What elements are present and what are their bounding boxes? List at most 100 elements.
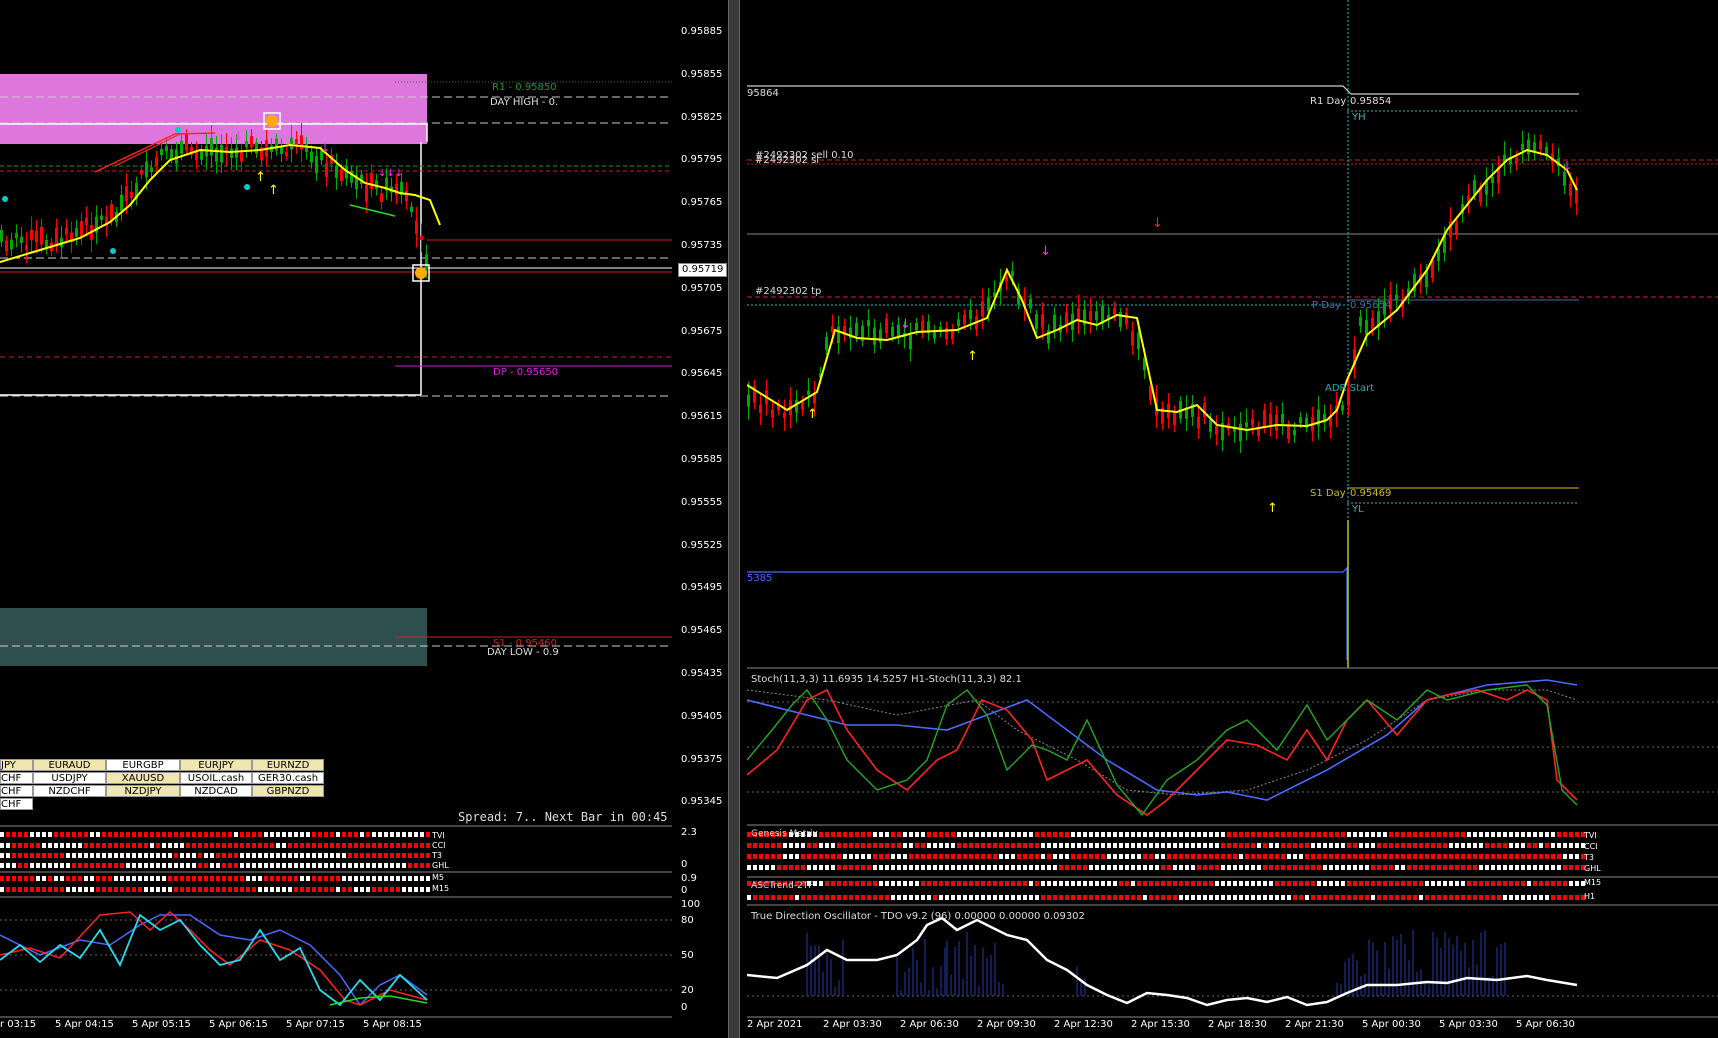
matrix-cell xyxy=(384,863,388,868)
matrix-cell xyxy=(1065,832,1069,837)
matrix-cell xyxy=(18,887,22,892)
symbol-button[interactable]: NZDCAD xyxy=(180,785,252,797)
matrix-cell xyxy=(1551,854,1555,859)
matrix-cell xyxy=(60,876,64,881)
symbol-button[interactable]: EURNZD xyxy=(252,759,324,771)
matrix-cell xyxy=(228,832,232,837)
matrix-cell xyxy=(84,843,88,848)
symbol-button[interactable]: NZDJPY xyxy=(106,785,180,797)
matrix-cell xyxy=(765,843,769,848)
matrix-cell xyxy=(1371,865,1375,870)
matrix-cell xyxy=(1503,854,1507,859)
matrix-cell xyxy=(1353,865,1357,870)
matrix-cell xyxy=(0,832,4,837)
candle-body xyxy=(140,170,143,175)
symbol-button[interactable]: EURGBP xyxy=(106,759,180,771)
matrix-cell xyxy=(96,843,100,848)
matrix-cell xyxy=(384,887,388,892)
matrix-cell xyxy=(1155,881,1159,886)
matrix-cell xyxy=(72,887,76,892)
price-axis-label: 0.95435 xyxy=(681,668,723,679)
matrix-cell xyxy=(60,863,64,868)
matrix-cell xyxy=(1065,895,1069,900)
matrix-cell xyxy=(1521,881,1525,886)
symbol-button[interactable]: EURAUD xyxy=(33,759,106,771)
matrix-cell xyxy=(1239,895,1243,900)
candle-body xyxy=(831,326,834,332)
matrix-cell xyxy=(1155,843,1159,848)
matrix-cell xyxy=(150,876,154,881)
matrix-cell xyxy=(1497,854,1501,859)
matrix-cell xyxy=(957,895,961,900)
matrix-cell xyxy=(1167,854,1171,859)
matrix-cell xyxy=(1575,881,1579,886)
symbol-button[interactable]: USDJPY xyxy=(33,772,106,784)
matrix-cell xyxy=(36,832,40,837)
right-chart[interactable]: ↑ ↑ ↑ ↓ ↓ ↓ ↓ 95864 R1 Day 0.95854 YH #2… xyxy=(747,0,1718,1038)
matrix-cell xyxy=(72,832,76,837)
matrix-cell xyxy=(1065,854,1069,859)
matrix-cell xyxy=(933,895,937,900)
symbol-button[interactable]: CHF xyxy=(0,772,33,784)
matrix-cell xyxy=(402,832,406,837)
matrix-cell xyxy=(1521,895,1525,900)
matrix-cell xyxy=(1317,854,1321,859)
symbol-button[interactable]: USOIL.cash xyxy=(180,772,252,784)
matrix-cell xyxy=(270,832,274,837)
matrix-cell xyxy=(402,876,406,881)
matrix-cell xyxy=(927,865,931,870)
matrix-cell xyxy=(1071,895,1075,900)
right-price-chart[interactable]: ↑ ↑ ↑ ↓ ↓ ↓ ↓ xyxy=(747,0,1718,1038)
matrix-cell xyxy=(1545,854,1549,859)
matrix-cell xyxy=(1095,881,1099,886)
symbol-button[interactable]: NZDCHF xyxy=(33,785,106,797)
matrix-cell xyxy=(384,876,388,881)
matrix-cell xyxy=(1533,865,1537,870)
candle-body xyxy=(1365,320,1368,335)
matrix-cell xyxy=(1539,843,1543,848)
matrix-cell xyxy=(1149,832,1153,837)
symbol-button[interactable]: CHF xyxy=(0,785,33,797)
matrix-cell xyxy=(114,863,118,868)
matrix-cell xyxy=(252,876,256,881)
matrix-cell xyxy=(1131,854,1135,859)
matrix-cell xyxy=(1281,881,1285,886)
matrix-cell xyxy=(975,865,979,870)
symbol-button[interactable]: JPY xyxy=(0,759,33,771)
matrix-cell xyxy=(24,853,28,858)
matrix-cell xyxy=(1569,854,1573,859)
candle-body xyxy=(305,144,308,153)
matrix-cell xyxy=(1491,843,1495,848)
matrix-cell xyxy=(873,895,877,900)
matrix-cell xyxy=(294,853,298,858)
matrix-cell xyxy=(24,832,28,837)
matrix-cell xyxy=(378,887,382,892)
symbol-button[interactable]: XAUUSD xyxy=(106,772,180,784)
matrix-cell xyxy=(1491,865,1495,870)
matrix-cell xyxy=(1557,854,1561,859)
matrix-cell xyxy=(873,843,877,848)
matrix-cell xyxy=(1035,832,1039,837)
symbol-button[interactable]: EURJPY xyxy=(180,759,252,771)
matrix-cell xyxy=(1119,881,1123,886)
left-price-chart[interactable]: ↓ ↓ ↓↓↓ ↑ ↑ xyxy=(0,0,672,1038)
matrix-cell xyxy=(1203,881,1207,886)
matrix-cell xyxy=(993,843,997,848)
left-time-4: 5 Apr 07:15 xyxy=(286,1019,345,1030)
matrix-cell xyxy=(1395,865,1399,870)
candle-body xyxy=(325,162,328,178)
left-chart[interactable]: ↓ ↓ ↓↓↓ ↑ ↑ 0.95885 0.95855 0.95825 0.95795… xyxy=(0,0,728,1038)
candle-body xyxy=(1113,308,1116,315)
matrix-cell xyxy=(1119,895,1123,900)
matrix-cell xyxy=(945,854,949,859)
matrix-cell xyxy=(1209,895,1213,900)
symbol-button[interactable]: GER30.cash xyxy=(252,772,324,784)
matrix-cell xyxy=(1449,881,1453,886)
window-divider[interactable] xyxy=(728,0,740,1038)
svg-text:↑: ↑ xyxy=(255,170,266,185)
genesis-label-cci: CCI xyxy=(1584,842,1598,851)
symbol-button[interactable]: GBPNZD xyxy=(252,785,324,797)
symbol-button[interactable]: CHF xyxy=(0,798,33,810)
matrix-cell xyxy=(1449,865,1453,870)
candle-body xyxy=(145,161,148,178)
